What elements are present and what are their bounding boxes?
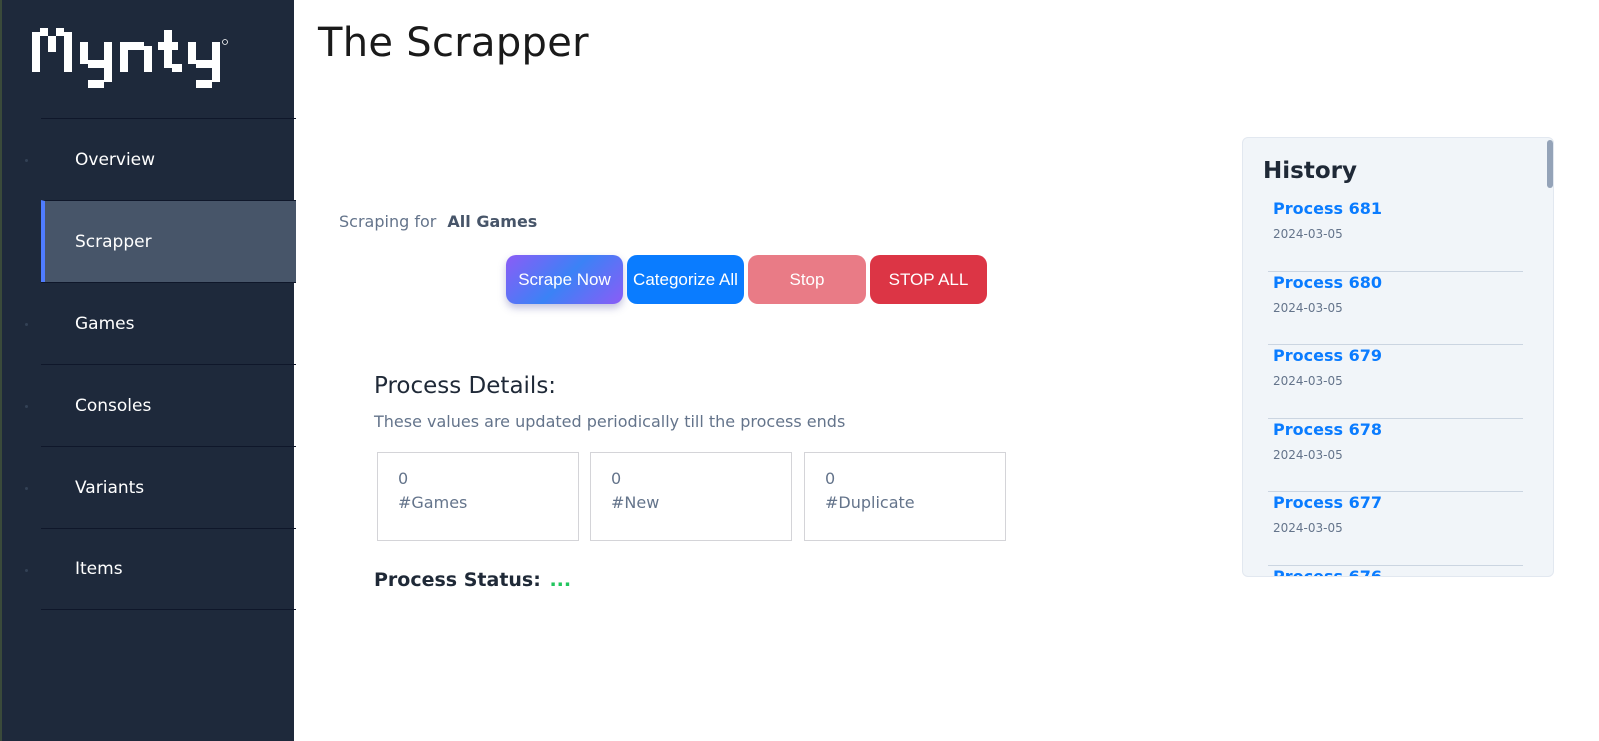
history-scrollbar[interactable] — [1547, 140, 1553, 188]
process-details-title: Process Details: — [374, 373, 557, 399]
history-process-link[interactable]: Process 681 — [1273, 199, 1523, 218]
sidebar-item-label: Scrapper — [75, 231, 152, 252]
history-date: 2024-03-05 — [1273, 521, 1343, 535]
stat-card-duplicate: 0 #Duplicate — [804, 452, 1006, 541]
sidebar: Overview Scrapper Games Consoles Variant… — [0, 0, 296, 741]
stat-value: 0 — [611, 469, 622, 488]
scraping-target: Scraping for All Games — [339, 212, 537, 231]
history-panel: History Process 681 2024-03-05 Process 6… — [1242, 137, 1554, 577]
sidebar-item-scrapper[interactable]: Scrapper — [41, 200, 296, 282]
history-process-link[interactable]: Process 676 — [1273, 567, 1523, 577]
history-date: 2024-03-05 — [1273, 447, 1343, 462]
history-process-link[interactable]: Process 680 — [1273, 273, 1523, 292]
sidebar-item-variants[interactable]: Variants — [25, 446, 296, 528]
sidebar-nav: Overview Scrapper Games Consoles Variant… — [25, 118, 296, 610]
history-item: Process 676 — [1268, 566, 1523, 577]
history-item: Process 679 2024-03-05 — [1268, 345, 1523, 419]
history-item: Process 680 2024-03-05 — [1268, 272, 1523, 345]
bullet-icon — [25, 159, 28, 162]
stat-label: #Duplicate — [825, 493, 915, 512]
sidebar-item-consoles[interactable]: Consoles — [25, 364, 296, 446]
stat-label: #New — [611, 493, 660, 512]
history-date: 2024-03-05 — [1273, 374, 1343, 388]
history-list: Process 681 2024-03-05 Process 680 2024-… — [1268, 198, 1523, 577]
sidebar-item-games[interactable]: Games — [25, 282, 296, 364]
bullet-icon — [25, 323, 28, 326]
history-date: 2024-03-05 — [1273, 227, 1343, 241]
stop-button[interactable]: Stop — [748, 255, 866, 304]
history-process-link[interactable]: Process 678 — [1273, 420, 1523, 439]
bullet-icon — [25, 569, 28, 572]
stop-all-button[interactable]: STOP ALL — [870, 255, 987, 304]
sidebar-item-items[interactable]: Items — [25, 528, 296, 610]
history-item: Process 678 2024-03-05 — [1268, 419, 1523, 492]
stat-card-games: 0 #Games — [377, 452, 579, 541]
stat-label: #Games — [398, 493, 468, 512]
process-details-subtitle: These values are updated periodically ti… — [374, 412, 846, 431]
history-title: History — [1263, 158, 1357, 184]
sidebar-item-label: Consoles — [75, 395, 152, 416]
bullet-icon — [25, 405, 28, 408]
process-status: Process Status: ... — [374, 569, 571, 591]
sidebar-item-label: Items — [75, 559, 123, 579]
history-date: 2024-03-05 — [1273, 300, 1343, 315]
sidebar-item-label: Games — [75, 313, 135, 334]
categorize-all-button[interactable]: Categorize All — [627, 255, 744, 304]
page-title: The Scrapper — [318, 20, 589, 66]
sidebar-item-label: Variants — [75, 477, 145, 498]
history-item: Process 681 2024-03-05 — [1268, 198, 1523, 272]
history-process-link[interactable]: Process 677 — [1273, 493, 1523, 512]
scrape-now-button[interactable]: Scrape Now — [506, 255, 623, 304]
sidebar-item-overview[interactable]: Overview — [25, 118, 296, 200]
process-status-value: ... — [549, 569, 572, 591]
scraping-prefix: Scraping for — [339, 212, 437, 231]
history-process-link[interactable]: Process 679 — [1273, 346, 1523, 365]
stat-card-new: 0 #New — [590, 452, 792, 541]
mynty-logo[interactable] — [32, 26, 232, 90]
bullet-icon — [25, 487, 28, 490]
stat-value: 0 — [398, 469, 409, 488]
sidebar-item-label: Overview — [75, 149, 156, 170]
history-item: Process 677 2024-03-05 — [1268, 492, 1523, 566]
process-status-label: Process Status: — [374, 569, 541, 591]
scraping-target-value: All Games — [447, 212, 538, 231]
stat-value: 0 — [825, 469, 836, 488]
